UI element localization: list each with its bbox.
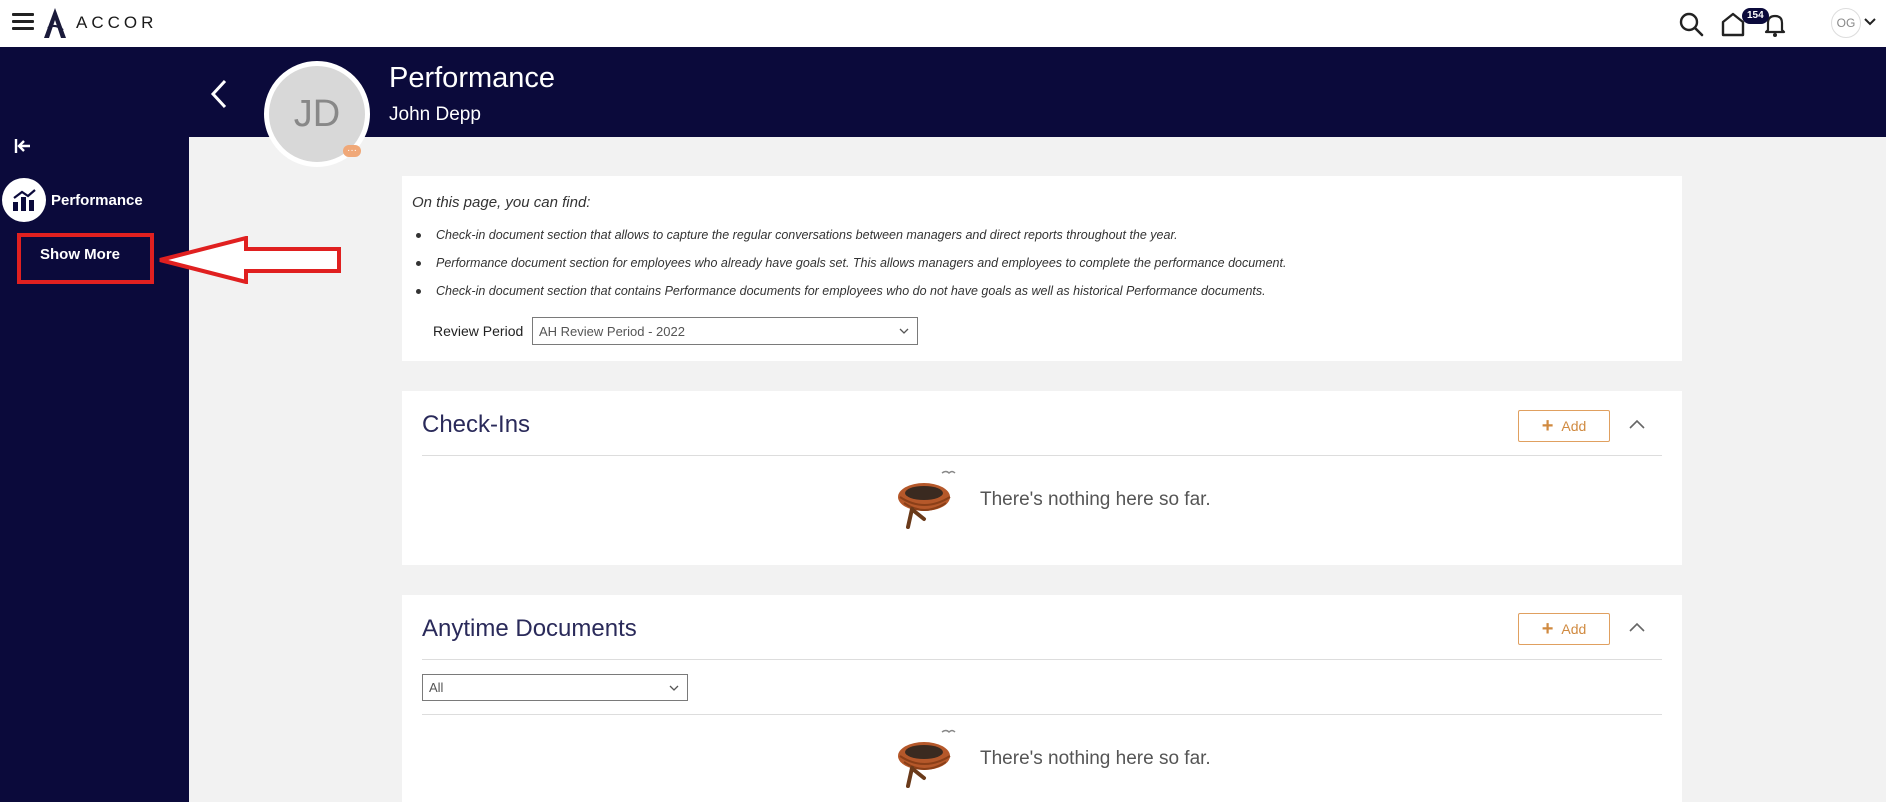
chevron-down-icon (669, 685, 679, 691)
page-title: Performance (389, 62, 556, 94)
annotation-arrow-icon (159, 236, 341, 284)
accor-logo[interactable]: ACCOR (40, 6, 157, 40)
info-bullet: Check-in document section that contains … (416, 284, 1286, 312)
accor-logo-icon (44, 8, 66, 38)
section-title: Anytime Documents (422, 615, 637, 642)
chevron-up-icon[interactable] (1628, 418, 1646, 430)
document-filter-select[interactable]: All (422, 674, 688, 701)
info-bullet-list: Check-in document section that allows to… (416, 228, 1286, 312)
empty-nest-icon (898, 470, 956, 529)
section-divider (422, 659, 1662, 660)
user-avatar[interactable]: OG (1831, 8, 1861, 38)
document-filter-value: All (429, 680, 444, 695)
section-title: Check-Ins (422, 411, 531, 438)
employee-name: John Depp (389, 104, 481, 125)
show-more-link[interactable]: Show More (40, 246, 120, 263)
brand-name: ACCOR (76, 13, 158, 32)
empty-state: There's nothing here so far. (894, 728, 1211, 790)
add-button-label: Add (1561, 621, 1587, 637)
add-anytime-document-button[interactable]: + Add (1518, 613, 1610, 645)
performance-chart-icon (2, 178, 46, 222)
review-period-label: Review Period (433, 323, 524, 339)
sidebar-item-label: Performance (51, 191, 143, 209)
check-ins-section: Check-Ins + Add There's nothing here so … (402, 391, 1682, 565)
empty-state: There's nothing here so far. (894, 469, 1211, 531)
anytime-documents-section: Anytime Documents + Add All There's noth… (402, 595, 1682, 802)
chevron-down-icon[interactable] (1863, 15, 1877, 29)
info-bullet: Performance document section for employe… (416, 256, 1286, 284)
review-period-select[interactable]: AH Review Period - 2022 (532, 317, 918, 345)
search-icon[interactable] (1677, 10, 1705, 38)
section-divider (422, 714, 1662, 715)
plus-icon: + (1541, 415, 1554, 437)
hamburger-menu-icon[interactable] (12, 13, 34, 31)
chevron-up-icon[interactable] (1628, 621, 1646, 633)
top-bar: ACCOR 154 OG (0, 0, 1886, 47)
collapse-sidebar-icon[interactable] (13, 137, 33, 155)
sidebar-item-performance[interactable]: Performance (2, 178, 143, 222)
notification-count-badge: 154 (1742, 8, 1769, 24)
info-bullet: Check-in document section that allows to… (416, 228, 1286, 256)
info-card: On this page, you can find: Check-in doc… (402, 176, 1682, 361)
avatar-status-badge: ··· (343, 145, 361, 157)
info-intro-text: On this page, you can find: (412, 194, 591, 211)
add-button-label: Add (1561, 418, 1587, 434)
empty-state-text: There's nothing here so far. (980, 489, 1211, 510)
empty-nest-icon (898, 729, 956, 788)
section-divider (422, 455, 1662, 456)
empty-state-text: There's nothing here so far. (980, 748, 1211, 769)
review-period-value: AH Review Period - 2022 (539, 323, 685, 339)
plus-icon: + (1541, 618, 1554, 640)
chevron-down-icon (899, 328, 909, 334)
add-check-in-button[interactable]: + Add (1518, 410, 1610, 442)
back-chevron-icon[interactable] (208, 77, 230, 111)
